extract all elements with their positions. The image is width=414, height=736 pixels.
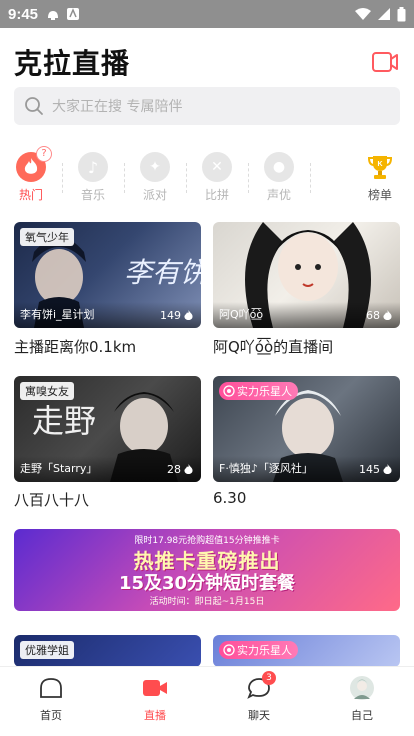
room-tag: 寓嗅女友 [20,382,74,400]
star-icon [223,644,235,656]
room-card[interactable]: 阿Q吖ó͟͞ò 68 [213,222,400,328]
room-card[interactable]: 优雅学姐 [14,635,201,667]
video-camera-icon [142,675,168,701]
status-icons [355,6,406,22]
search-bar[interactable]: 大家正在搜 专属陪伴 [14,87,400,125]
room-tag-label: 实力乐星人 [237,644,292,657]
heat-count: 145 [359,463,392,476]
category-label: 比拼 [204,188,229,202]
flame-icon [184,464,193,474]
tab-chat[interactable]: 聊天 3 [229,671,289,723]
battery-icon [397,6,406,21]
signal-icon [378,8,390,20]
help-badge[interactable]: ? [36,146,52,162]
category-label: 热门 [18,188,43,202]
home-icon [38,675,64,701]
status-time: 9:45 [8,5,39,23]
tab-label: 自己 [351,709,373,722]
room-card[interactable]: 走野 寓嗅女友 走野「Starry」 28 [14,376,201,482]
flame-icon [383,464,392,474]
tab-label: 聊天 [248,709,270,722]
tab-home[interactable]: 首页 [21,675,81,723]
start-live-button[interactable] [370,47,400,77]
swords-icon: ✕ [202,152,232,182]
notification-icon [48,11,59,20]
heat-count: 149 [160,309,193,322]
start-live-icon [372,52,398,72]
room-title[interactable]: 主播距离你0.1km [14,336,136,357]
category-label: 榜单 [367,188,392,202]
svg-text:K: K [377,161,382,168]
category-label: 音乐 [80,188,105,202]
tab-live[interactable]: 直播 [125,675,185,723]
tab-label: 直播 [144,709,166,722]
promo-banner[interactable]: 限时17.98元抢购超值15分钟推推卡 热推卡重磅推出 15及30分钟短时套餐 … [14,529,400,611]
tab-label: 首页 [40,709,62,722]
category-battle[interactable]: ✕ 比拼 [195,148,239,203]
room-card[interactable]: 实力乐星人 F·慎独♪「逐风社」 145 [213,376,400,482]
room-title[interactable]: 八百八十八 [14,489,89,510]
heat-value: 28 [167,463,181,476]
room-card[interactable]: 实力乐星人 [213,635,400,667]
music-icon: ♪ [78,152,108,182]
status-bar: 9:45 [0,0,414,28]
host-name: F·慎独♪「逐风社」 [219,462,313,475]
category-label: 声优 [266,188,291,202]
svg-text:李有饼: 李有饼 [124,256,201,289]
category-party[interactable]: ✦ 派对 [133,148,177,203]
host-name: 李有饼i_星计划 [20,308,95,321]
room-card[interactable]: 李有饼 氧气少年 李有饼i_星计划 149 [14,222,201,328]
category-divider [186,163,187,193]
heat-count: 28 [167,463,193,476]
category-voice[interactable]: ● 声优 [257,148,301,203]
party-icon: ✦ [140,152,170,182]
category-label: 派对 [142,188,167,202]
room-tag: 实力乐星人 [219,641,298,659]
category-divider [62,163,63,193]
trophy-icon: K [365,152,395,182]
heat-value: 145 [359,463,380,476]
voice-icon: ● [264,152,294,182]
room-title[interactable]: 6.30 [213,489,246,507]
avatar-icon [349,675,375,701]
category-divider [124,163,125,193]
unread-badge: 3 [262,671,276,685]
category-music[interactable]: ♪ 音乐 [71,148,115,203]
room-tag: 实力乐星人 [219,382,298,400]
banner-subheadline: 15及30分钟短时套餐 [118,573,296,594]
flame-icon [184,310,193,320]
page-header: 克拉直播 [14,40,400,84]
room-tag: 氧气少年 [20,228,74,246]
page-title: 克拉直播 [14,47,131,80]
heat-count: 68 [366,309,392,322]
search-icon [25,97,43,115]
search-placeholder: 大家正在搜 专属陪伴 [52,99,183,115]
category-rank[interactable]: K 榜单 [358,148,402,203]
svg-text:走野: 走野 [32,402,96,440]
app-notification-icon [67,8,80,20]
banner-time: 活动时间：即日起~1月15日 [149,597,265,607]
heat-value: 68 [366,309,380,322]
room-tag: 优雅学姐 [20,641,74,659]
star-icon [223,385,235,397]
host-name: 走野「Starry」 [20,462,98,475]
tab-me[interactable]: 自己 [332,675,392,723]
heat-value: 149 [160,309,181,322]
flame-icon [383,310,392,320]
bottom-tab-bar: 首页 直播 聊天 3 自己 [0,666,414,736]
category-divider [248,163,249,193]
category-hot[interactable]: 热门 ? [9,146,53,203]
host-name: 阿Q吖ó͟͞ò [219,308,264,321]
room-title[interactable]: 阿Q吖ó͟͞ò的直播间 [213,336,333,357]
wifi-icon [355,8,371,20]
room-tag-label: 实力乐星人 [237,385,292,398]
category-divider [310,163,311,193]
